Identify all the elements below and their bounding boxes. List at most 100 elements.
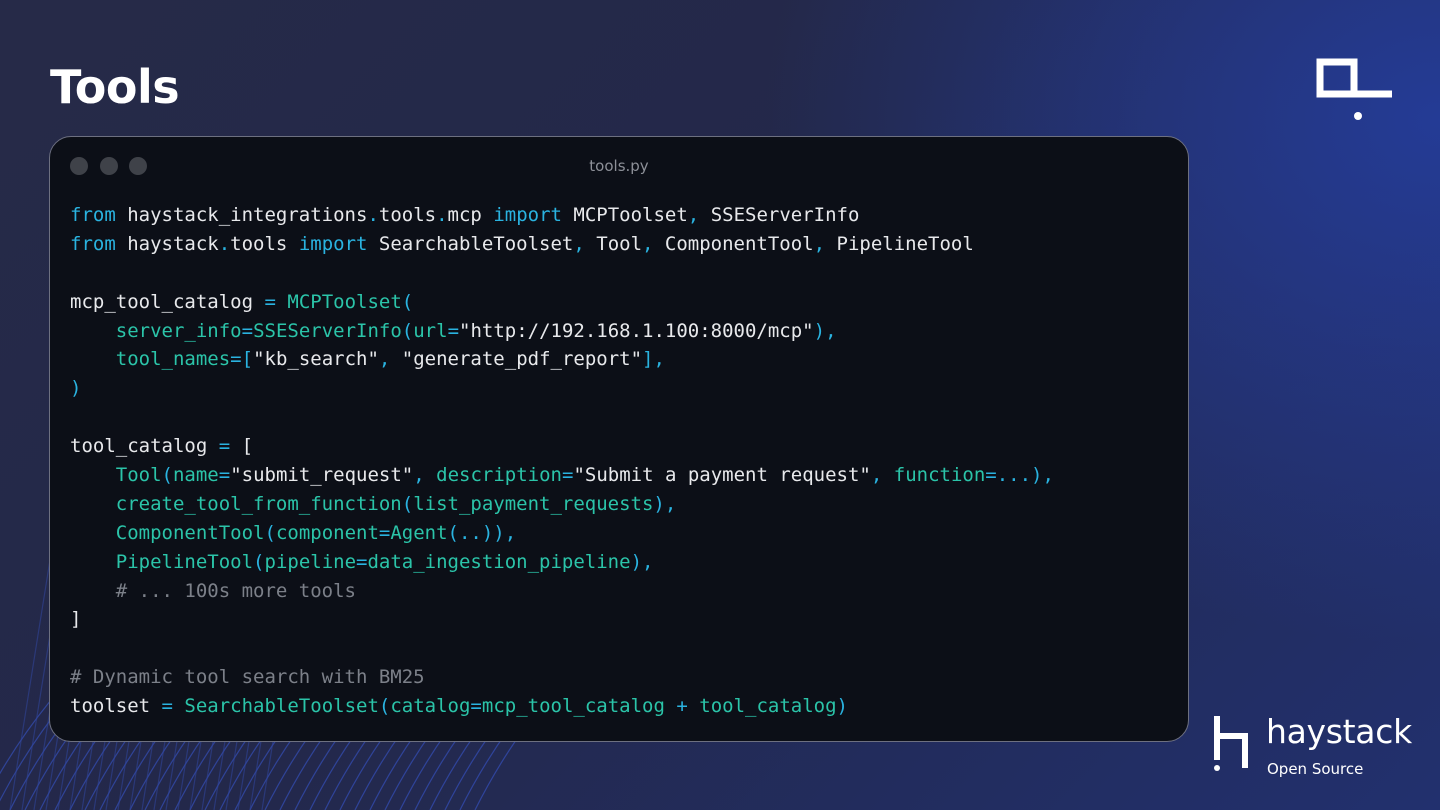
code-token: ,: [573, 232, 585, 255]
code-token: toolset: [70, 695, 162, 718]
code-line: ): [70, 374, 1054, 403]
code-token: =...: [985, 464, 1032, 487]
code-line: from haystack_integrations.tools.mcp imp…: [70, 201, 1054, 230]
slide-title: Tools: [50, 60, 180, 114]
code-token: =: [561, 464, 574, 487]
code-token: .: [218, 232, 231, 255]
code-token: import: [298, 232, 368, 255]
code-token: =: [218, 464, 231, 487]
background-line: [9, 560, 51, 810]
code-token: function: [893, 464, 986, 487]
code-token: ),: [1031, 464, 1054, 487]
code-token: (: [401, 492, 414, 515]
code-token: ,: [813, 232, 826, 255]
code-token: catalog: [390, 695, 471, 718]
code-token: ,: [870, 464, 883, 487]
code-token: =: [241, 319, 254, 342]
code-token: "generate_pdf_report": [390, 348, 643, 371]
code-token: ]: [70, 608, 82, 631]
code-token: =: [161, 695, 173, 718]
code-token: ,: [378, 348, 391, 371]
code-token: =: [264, 290, 276, 313]
code-window: tools.py from haystack_integrations.tool…: [49, 136, 1189, 742]
code-token: tool_catalog: [699, 695, 837, 718]
code-line: toolset = SearchableToolset(catalog=mcp_…: [70, 692, 1054, 721]
code-token: ,: [687, 204, 700, 226]
code-token: "http://192.168.1.100:8000/mcp": [459, 319, 814, 342]
code-token: ),: [630, 550, 654, 573]
code-token: pipeline: [264, 550, 357, 573]
code-token: (: [378, 695, 391, 718]
code-token: component: [275, 521, 379, 544]
code-line: tool_catalog = [: [70, 432, 1054, 461]
code-token: (: [161, 464, 173, 487]
code-token: name: [172, 464, 219, 487]
code-token: import: [493, 204, 562, 226]
code-token: tools: [230, 232, 299, 255]
code-token: create_tool_from_function: [115, 492, 402, 515]
code-token: =: [378, 521, 391, 544]
code-token: PipelineTool: [825, 232, 974, 255]
code-token: ,: [413, 464, 425, 487]
code-token: SearchableToolset: [184, 695, 379, 718]
code-line: mcp_tool_catalog = MCPToolset(: [70, 288, 1054, 317]
code-token: ComponentTool: [653, 232, 814, 255]
code-token: (: [264, 521, 276, 544]
code-token: tools: [378, 204, 437, 226]
code-token: description: [436, 464, 562, 487]
haystack-h-logo-icon: [1214, 716, 1248, 771]
code-token: mcp_tool_catalog: [481, 695, 665, 718]
code-token: server_info: [115, 319, 242, 342]
code-token: "kb_search": [253, 348, 379, 371]
code-token: "Submit a payment request": [573, 464, 871, 487]
code-token: list_payment_requests: [413, 492, 654, 515]
code-token: (: [401, 290, 414, 313]
code-line: PipelineTool(pipeline=data_ingestion_pip…: [70, 548, 1054, 577]
code-token: =: [447, 319, 460, 342]
code-line: server_info=SSEServerInfo(url="http://19…: [70, 317, 1054, 346]
deepset-bracket-logo-icon: [1316, 58, 1392, 120]
code-token: ComponentTool: [115, 521, 265, 544]
code-token: MCPToolset: [287, 290, 402, 313]
code-token: .: [436, 204, 448, 226]
code-token: PipelineTool: [115, 550, 254, 573]
code-token: Tool: [115, 464, 162, 487]
code-token: # ... 100s more tools: [115, 579, 356, 602]
window-filename: tools.py: [589, 157, 649, 175]
code-token: mcp: [447, 204, 494, 226]
code-token: +: [676, 695, 688, 718]
code-token: url: [413, 319, 448, 342]
code-token: =: [356, 550, 368, 573]
code-token: ,: [642, 232, 654, 255]
code-token: tool_catalog: [70, 435, 219, 458]
haystack-brand: haystack Open Source: [1214, 712, 1424, 778]
code-token: =: [470, 695, 482, 718]
code-token: from: [70, 204, 116, 226]
code-token: "submit_request": [230, 464, 414, 487]
code-token: (..)),: [447, 521, 517, 544]
code-line: from haystack.tools import SearchableToo…: [70, 230, 1054, 259]
code-token: mcp_tool_catalog: [70, 290, 265, 313]
code-token: (: [401, 319, 414, 342]
code-token: ),: [813, 319, 837, 342]
code-line: # ... 100s more tools: [70, 577, 1054, 606]
code-token: Agent: [390, 521, 448, 544]
code-token: =: [230, 348, 242, 371]
code-token: =: [218, 435, 231, 458]
brand-name: haystack: [1266, 712, 1412, 751]
code-token: SSEServerInfo: [699, 204, 860, 226]
